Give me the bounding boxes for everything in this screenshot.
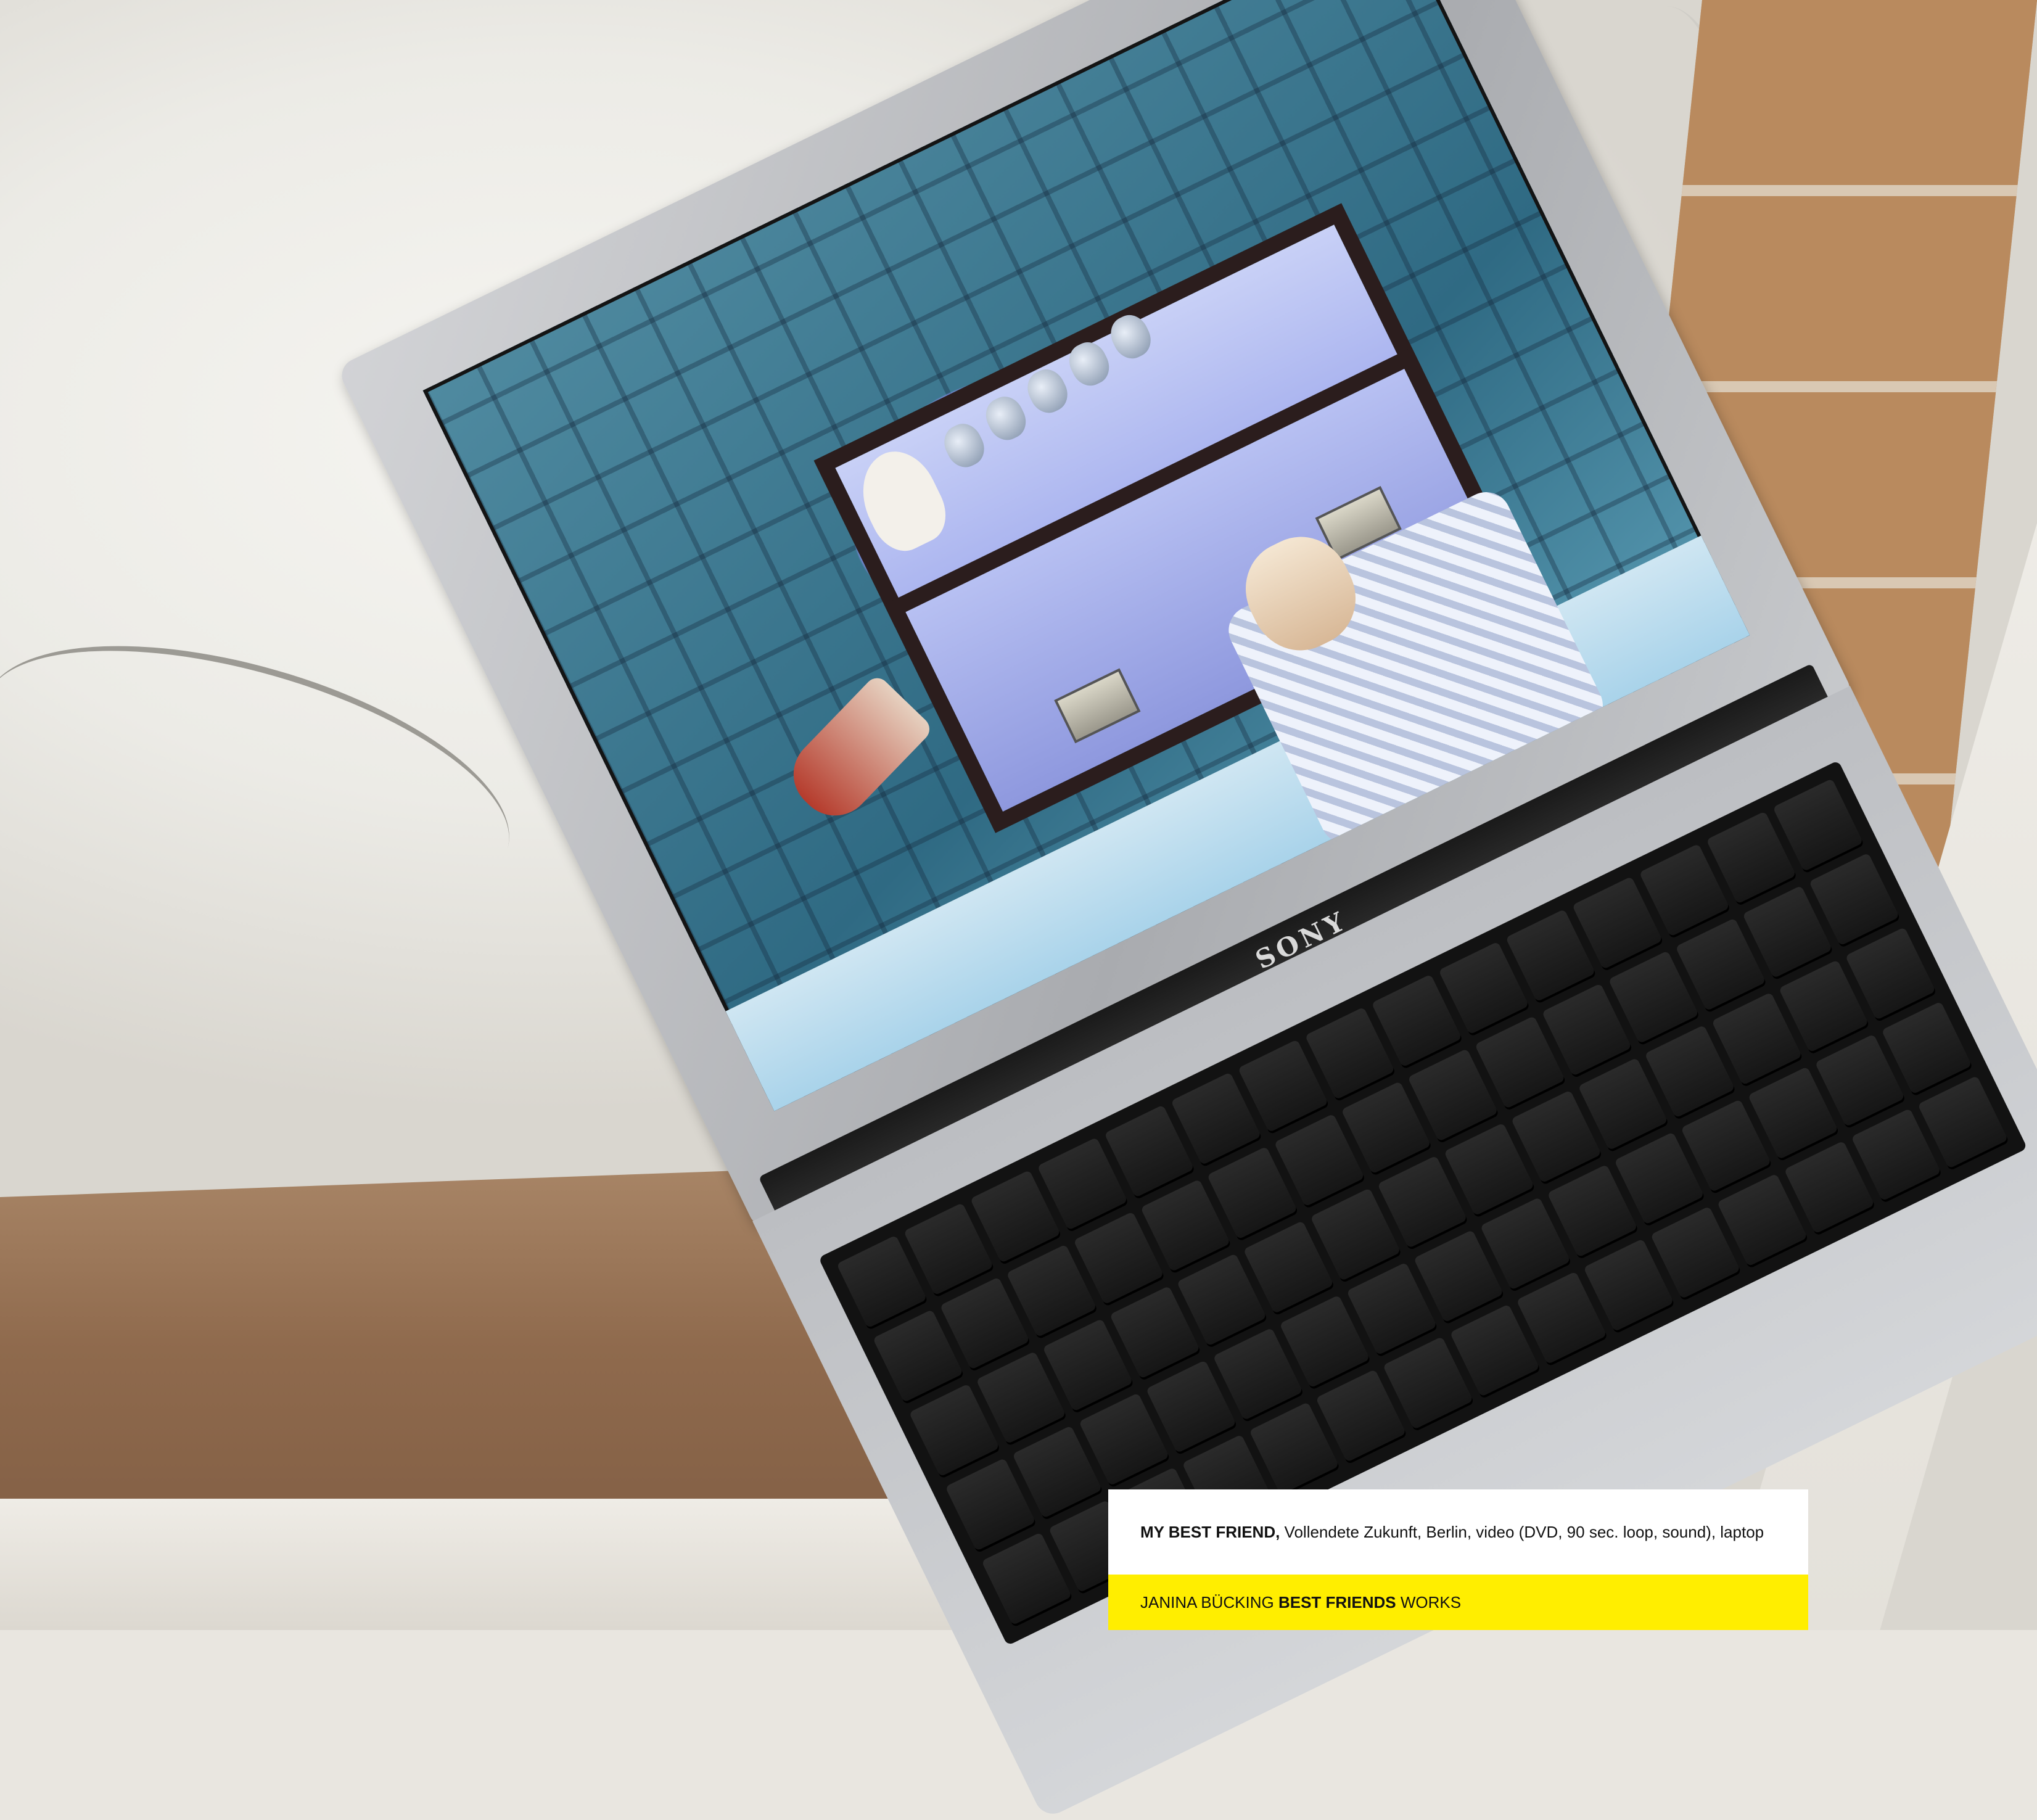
artist-name: JANINA BÜCKING bbox=[1140, 1592, 1274, 1612]
credit-line: JANINA BÜCKING BEST FRIENDS WORKS bbox=[1140, 1593, 1461, 1612]
caption-panel: MY BEST FRIEND, Vollendete Zukunft, Berl… bbox=[1108, 1489, 1808, 1575]
floor-ledge bbox=[0, 1499, 987, 1630]
caption-bar: JANINA BÜCKING BEST FRIENDS WORKS bbox=[1108, 1575, 1808, 1630]
work-details: Vollendete Zukunft, Berlin, video (DVD, … bbox=[1280, 1522, 1764, 1541]
red-shoe bbox=[778, 673, 935, 831]
caption-line: MY BEST FRIEND, Vollendete Zukunft, Berl… bbox=[1140, 1523, 1764, 1542]
series-title: BEST FRIENDS bbox=[1278, 1592, 1396, 1612]
series-suffix: WORKS bbox=[1400, 1592, 1462, 1612]
work-title: MY BEST FRIEND, bbox=[1140, 1522, 1280, 1541]
